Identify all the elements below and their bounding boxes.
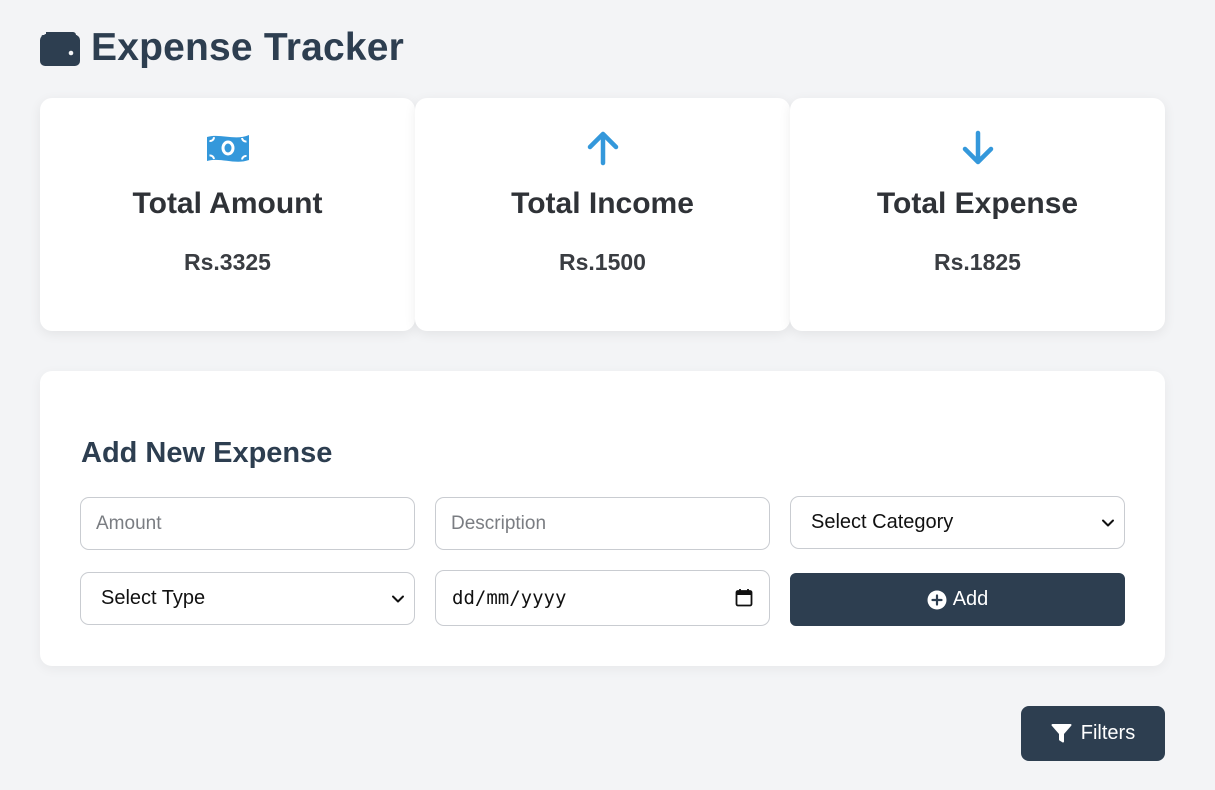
add-expense-panel: Add New Expense Amount Description Selec… (40, 371, 1165, 666)
arrow-down-icon (962, 130, 993, 165)
description-placeholder: Description (451, 512, 547, 534)
wallet-icon (40, 32, 80, 66)
description-input[interactable]: Description (435, 497, 770, 550)
arrow-up-icon (587, 131, 618, 166)
category-select[interactable]: Select Category (790, 496, 1125, 549)
card-title: Total Expense (876, 187, 1079, 220)
chevron-down-icon (392, 595, 404, 603)
type-selected-value: Select Type (101, 587, 206, 609)
money-bill-icon (206, 135, 249, 162)
amount-input[interactable]: Amount (80, 497, 415, 550)
total-expense-card: Total Expense Rs.1825 (790, 98, 1165, 331)
calendar-icon[interactable] (735, 588, 753, 607)
total-income-card: Total Income Rs.1500 (415, 98, 790, 331)
card-title: Total Amount (132, 187, 323, 220)
expense-tracker-page: Expense Tracker Total Amount Rs.3325 Tot… (0, 0, 1215, 790)
add-button[interactable]: Add (790, 573, 1125, 626)
filters-button[interactable]: Filters (1021, 706, 1165, 761)
date-placeholder: dd/mm/yyyy (452, 587, 567, 609)
card-value: Rs.1500 (559, 249, 646, 275)
date-input[interactable]: dd/mm/yyyy (435, 570, 770, 626)
card-value: Rs.3325 (184, 249, 271, 275)
add-button-label: Add (952, 588, 989, 610)
page-title: Expense Tracker (91, 26, 405, 69)
card-value: Rs.1825 (934, 249, 1021, 275)
panel-title: Add New Expense (81, 437, 333, 469)
filters-button-label: Filters (1080, 722, 1136, 744)
app-header: Expense Tracker (40, 26, 404, 70)
amount-placeholder: Amount (96, 512, 162, 534)
category-selected-value: Select Category (811, 511, 954, 533)
plus-circle-icon (927, 590, 947, 609)
filter-icon (1051, 724, 1072, 743)
card-title: Total Income (511, 187, 694, 220)
total-amount-card: Total Amount Rs.3325 (40, 98, 415, 331)
type-select[interactable]: Select Type (80, 572, 415, 625)
chevron-down-icon (1102, 519, 1114, 527)
